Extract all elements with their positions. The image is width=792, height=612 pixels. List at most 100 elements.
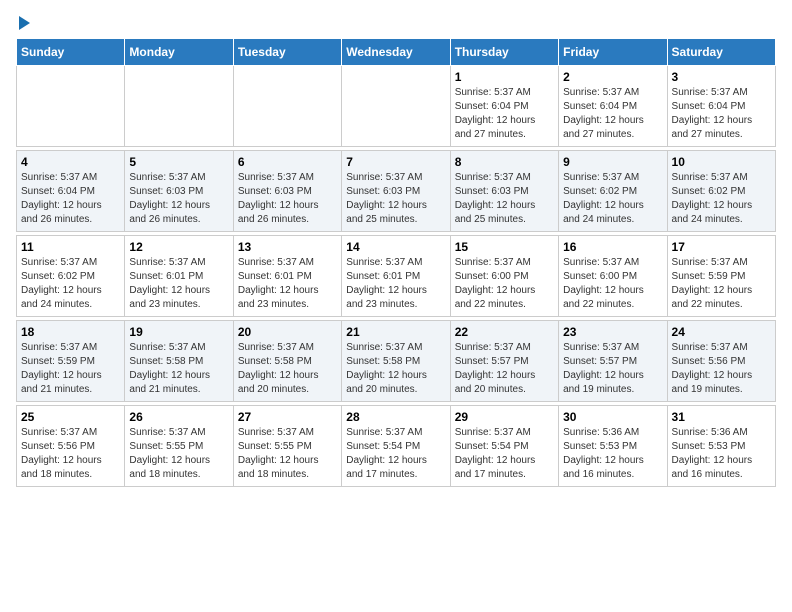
day-number: 9	[563, 155, 662, 169]
calendar-body: 1 Sunrise: 5:37 AMSunset: 6:04 PMDaylight…	[17, 66, 776, 487]
weekday-header-sunday: Sunday	[17, 39, 125, 66]
day-info: Sunrise: 5:37 AMSunset: 6:03 PMDaylight:…	[129, 171, 228, 227]
day-number: 6	[238, 155, 337, 169]
weekday-header-wednesday: Wednesday	[342, 39, 450, 66]
calendar-cell: 3Sunrise: 5:37 AMSunset: 6:04 PMDaylight…	[667, 66, 775, 147]
calendar-cell: 21 Sunrise: 5:37 AMSunset: 5:58 PMDayligh…	[342, 321, 450, 402]
day-number: 11	[21, 240, 120, 254]
day-info: Sunrise: 5:37 AMSunset: 5:57 PMDaylight:…	[563, 341, 662, 397]
calendar-cell: 17Sunrise: 5:37 AMSunset: 5:59 PMDayligh…	[667, 236, 775, 317]
day-info: Sunrise: 5:37 AMSunset: 5:54 PMDaylight:…	[346, 426, 445, 482]
weekday-header-saturday: Saturday	[667, 39, 775, 66]
day-number: 21	[346, 325, 445, 339]
calendar-cell: 29 Sunrise: 5:37 AMSunset: 5:54 PMDayligh…	[450, 406, 558, 487]
calendar-week-1: 1 Sunrise: 5:37 AMSunset: 6:04 PMDaylight…	[17, 66, 776, 147]
day-info: Sunrise: 5:37 AMSunset: 5:58 PMDaylight:…	[238, 341, 337, 397]
calendar-cell: 16 Sunrise: 5:37 AMSunset: 6:00 PMDayligh…	[559, 236, 667, 317]
day-number: 5	[129, 155, 228, 169]
day-info: Sunrise: 5:37 AMSunset: 6:03 PMDaylight:…	[346, 171, 445, 227]
weekday-header-tuesday: Tuesday	[233, 39, 341, 66]
weekday-header-thursday: Thursday	[450, 39, 558, 66]
day-number: 19	[129, 325, 228, 339]
calendar-cell: 2 Sunrise: 5:37 AMSunset: 6:04 PMDaylight…	[559, 66, 667, 147]
day-info: Sunrise: 5:37 AMSunset: 5:59 PMDaylight:…	[21, 341, 120, 397]
day-info: Sunrise: 5:37 AMSunset: 6:04 PMDaylight:…	[563, 86, 662, 142]
day-number: 30	[563, 410, 662, 424]
day-number: 13	[238, 240, 337, 254]
day-info: Sunrise: 5:36 AMSunset: 5:53 PMDaylight:…	[672, 426, 771, 482]
weekday-header-row: SundayMondayTuesdayWednesdayThursdayFrid…	[17, 39, 776, 66]
day-info: Sunrise: 5:37 AMSunset: 5:56 PMDaylight:…	[21, 426, 120, 482]
day-number: 17	[672, 240, 771, 254]
day-number: 23	[563, 325, 662, 339]
day-info: Sunrise: 5:37 AMSunset: 5:58 PMDaylight:…	[346, 341, 445, 397]
calendar-cell: 11 Sunrise: 5:37 AMSunset: 6:02 PMDayligh…	[17, 236, 125, 317]
day-info: Sunrise: 5:37 AMSunset: 5:57 PMDaylight:…	[455, 341, 554, 397]
day-number: 24	[672, 325, 771, 339]
logo-blue-line	[16, 16, 30, 30]
calendar-cell: 10Sunrise: 5:37 AMSunset: 6:02 PMDayligh…	[667, 151, 775, 232]
calendar-cell: 22Sunrise: 5:37 AMSunset: 5:57 PMDayligh…	[450, 321, 558, 402]
calendar-cell: 8Sunrise: 5:37 AMSunset: 6:03 PMDaylight…	[450, 151, 558, 232]
day-number: 7	[346, 155, 445, 169]
day-info: Sunrise: 5:37 AMSunset: 6:02 PMDaylight:…	[21, 256, 120, 312]
day-number: 26	[129, 410, 228, 424]
calendar-cell: 7 Sunrise: 5:37 AMSunset: 6:03 PMDaylight…	[342, 151, 450, 232]
day-number: 29	[455, 410, 554, 424]
calendar-cell: 12 Sunrise: 5:37 AMSunset: 6:01 PMDayligh…	[125, 236, 233, 317]
calendar-week-5: 25Sunrise: 5:37 AMSunset: 5:56 PMDayligh…	[17, 406, 776, 487]
day-info: Sunrise: 5:37 AMSunset: 6:01 PMDaylight:…	[129, 256, 228, 312]
day-info: Sunrise: 5:37 AMSunset: 5:58 PMDaylight:…	[129, 341, 228, 397]
day-info: Sunrise: 5:37 AMSunset: 6:03 PMDaylight:…	[455, 171, 554, 227]
day-info: Sunrise: 5:37 AMSunset: 6:00 PMDaylight:…	[563, 256, 662, 312]
calendar-cell: 20 Sunrise: 5:37 AMSunset: 5:58 PMDayligh…	[233, 321, 341, 402]
calendar-table: SundayMondayTuesdayWednesdayThursdayFrid…	[16, 38, 776, 487]
calendar-cell: 4 Sunrise: 5:37 AMSunset: 6:04 PMDaylight…	[17, 151, 125, 232]
weekday-header-monday: Monday	[125, 39, 233, 66]
calendar-cell: 25Sunrise: 5:37 AMSunset: 5:56 PMDayligh…	[17, 406, 125, 487]
day-number: 16	[563, 240, 662, 254]
calendar-cell: 6 Sunrise: 5:37 AMSunset: 6:03 PMDaylight…	[233, 151, 341, 232]
calendar-cell	[125, 66, 233, 147]
calendar-cell	[342, 66, 450, 147]
day-number: 20	[238, 325, 337, 339]
day-number: 4	[21, 155, 120, 169]
day-info: Sunrise: 5:37 AMSunset: 5:54 PMDaylight:…	[455, 426, 554, 482]
calendar-header: SundayMondayTuesdayWednesdayThursdayFrid…	[17, 39, 776, 66]
header	[16, 16, 776, 30]
day-info: Sunrise: 5:37 AMSunset: 6:03 PMDaylight:…	[238, 171, 337, 227]
day-number: 28	[346, 410, 445, 424]
calendar-cell: 31Sunrise: 5:36 AMSunset: 5:53 PMDayligh…	[667, 406, 775, 487]
calendar-cell: 23 Sunrise: 5:37 AMSunset: 5:57 PMDayligh…	[559, 321, 667, 402]
calendar-cell: 26 Sunrise: 5:37 AMSunset: 5:55 PMDayligh…	[125, 406, 233, 487]
calendar-cell: 30 Sunrise: 5:36 AMSunset: 5:53 PMDayligh…	[559, 406, 667, 487]
day-info: Sunrise: 5:37 AMSunset: 6:04 PMDaylight:…	[21, 171, 120, 227]
day-number: 14	[346, 240, 445, 254]
calendar-container: SundayMondayTuesdayWednesdayThursdayFrid…	[0, 0, 792, 495]
day-number: 1	[455, 70, 554, 84]
day-info: Sunrise: 5:37 AMSunset: 6:01 PMDaylight:…	[238, 256, 337, 312]
calendar-cell: 14 Sunrise: 5:37 AMSunset: 6:01 PMDayligh…	[342, 236, 450, 317]
calendar-cell: 13 Sunrise: 5:37 AMSunset: 6:01 PMDayligh…	[233, 236, 341, 317]
calendar-cell: 15Sunrise: 5:37 AMSunset: 6:00 PMDayligh…	[450, 236, 558, 317]
day-number: 2	[563, 70, 662, 84]
day-number: 27	[238, 410, 337, 424]
logo	[16, 16, 30, 30]
calendar-week-3: 11 Sunrise: 5:37 AMSunset: 6:02 PMDayligh…	[17, 236, 776, 317]
day-number: 18	[21, 325, 120, 339]
calendar-cell: 24 Sunrise: 5:37 AMSunset: 5:56 PMDayligh…	[667, 321, 775, 402]
day-info: Sunrise: 5:37 AMSunset: 5:56 PMDaylight:…	[672, 341, 771, 397]
day-number: 12	[129, 240, 228, 254]
calendar-cell: 19 Sunrise: 5:37 AMSunset: 5:58 PMDayligh…	[125, 321, 233, 402]
calendar-cell: 5 Sunrise: 5:37 AMSunset: 6:03 PMDaylight…	[125, 151, 233, 232]
day-info: Sunrise: 5:37 AMSunset: 6:01 PMDaylight:…	[346, 256, 445, 312]
day-info: Sunrise: 5:37 AMSunset: 5:55 PMDaylight:…	[129, 426, 228, 482]
calendar-cell	[233, 66, 341, 147]
day-info: Sunrise: 5:36 AMSunset: 5:53 PMDaylight:…	[563, 426, 662, 482]
day-info: Sunrise: 5:37 AMSunset: 6:04 PMDaylight:…	[455, 86, 554, 142]
day-number: 10	[672, 155, 771, 169]
calendar-week-2: 4 Sunrise: 5:37 AMSunset: 6:04 PMDaylight…	[17, 151, 776, 232]
calendar-cell: 27Sunrise: 5:37 AMSunset: 5:55 PMDayligh…	[233, 406, 341, 487]
day-info: Sunrise: 5:37 AMSunset: 6:04 PMDaylight:…	[672, 86, 771, 142]
logo-chevron-icon	[19, 16, 30, 30]
